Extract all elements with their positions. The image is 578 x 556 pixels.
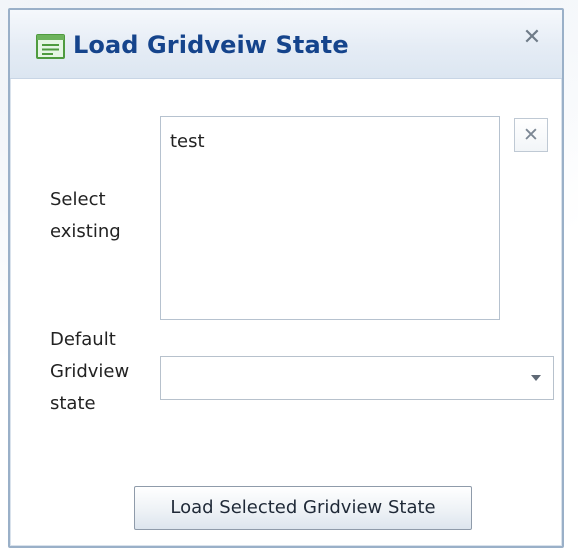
default-gridview-state-select[interactable] <box>160 356 554 400</box>
document-list-icon <box>36 34 65 59</box>
select-existing-label: Select existing <box>50 189 121 242</box>
list-item[interactable]: test <box>170 130 205 154</box>
dialog-title: Load Gridveiw State <box>73 31 349 59</box>
close-icon[interactable]: ✕ <box>520 26 544 50</box>
dialog-title-bar: Load Gridveiw State ✕ <box>10 10 562 79</box>
load-selected-gridview-state-button[interactable]: Load Selected Gridview State <box>134 486 472 530</box>
chevron-down-icon[interactable] <box>531 375 541 381</box>
load-gridview-state-dialog: Load Gridveiw State ✕ Select existing te… <box>8 8 564 548</box>
clear-selection-button[interactable]: ✕ <box>514 118 548 152</box>
existing-states-listbox[interactable]: test <box>160 116 500 320</box>
page-background: Load Gridveiw State ✕ Select existing te… <box>0 0 578 556</box>
default-gridview-state-label: Default Gridview state <box>50 329 130 414</box>
